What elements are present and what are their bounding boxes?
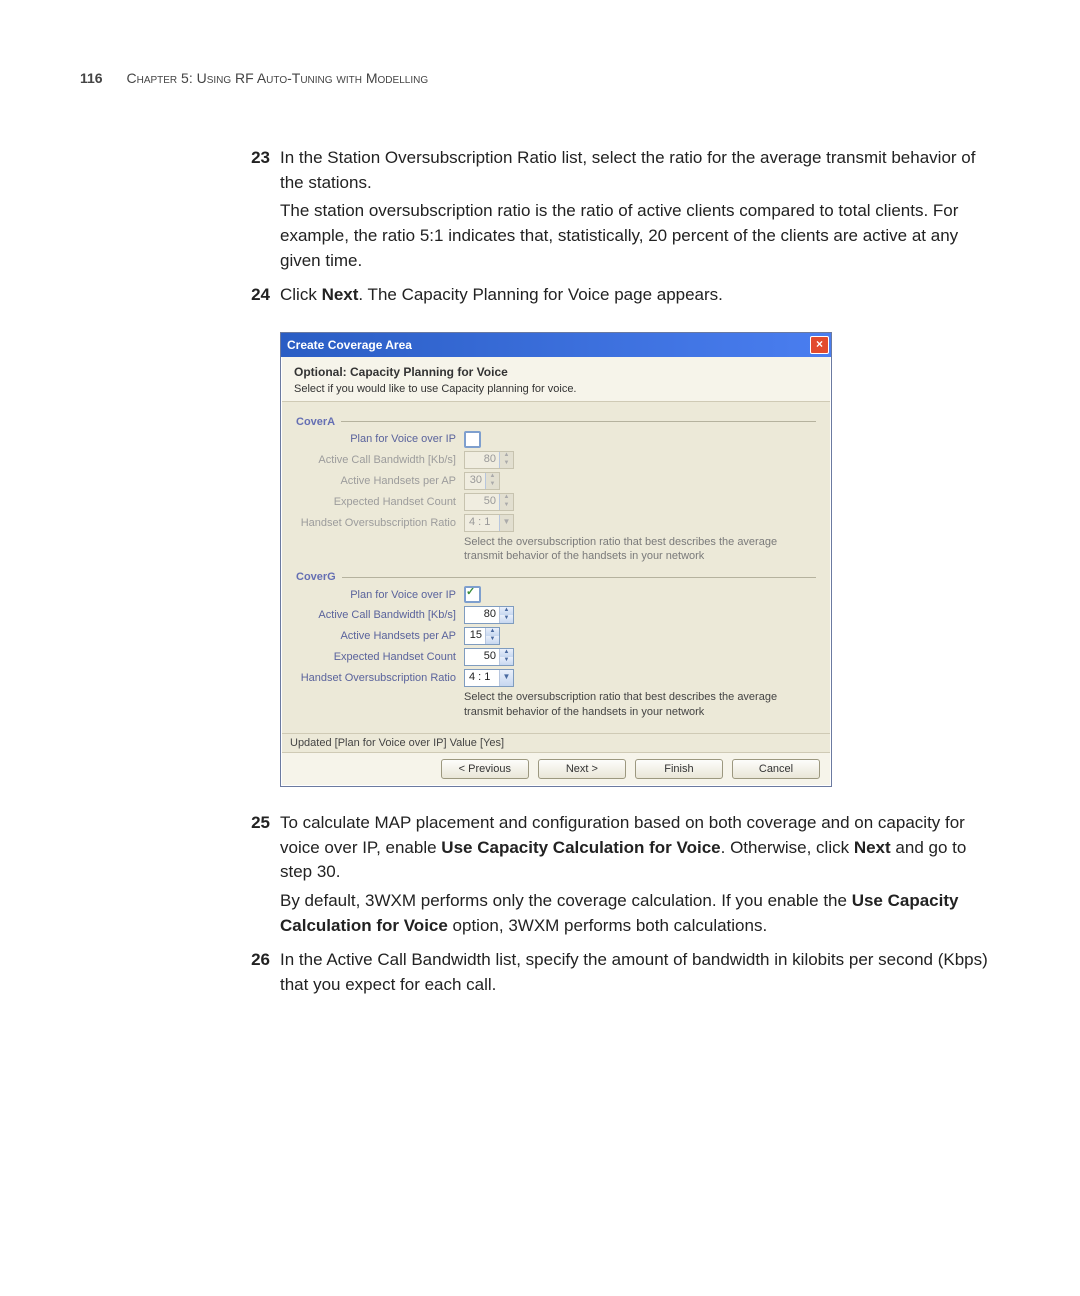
page-header: 116 Chapter 5: Using RF Auto-Tuning with… — [80, 70, 1000, 86]
dropdown-oversub-g[interactable]: 4 : 1 ▼ — [464, 669, 514, 687]
spinner-handset-count-a: 50 ▲▼ — [464, 493, 514, 511]
step-number: 23 — [240, 146, 270, 195]
chevron-down-icon: ▼ — [499, 515, 513, 531]
spinner-up-icon: ▲ — [486, 473, 499, 481]
dialog-status: Updated [Plan for Voice over IP] Value [… — [282, 733, 830, 752]
spinner-down-icon: ▼ — [500, 657, 513, 665]
step-23: 23 In the Station Oversubscription Ratio… — [240, 146, 1000, 195]
spinner-up-icon: ▲ — [486, 628, 499, 636]
group-cover-g: CoverG — [296, 571, 816, 583]
label-handsets-ap-a: Active Handsets per AP — [296, 475, 464, 487]
next-button[interactable]: Next > — [538, 759, 626, 779]
spinner-handsets-ap-a: 30 ▲▼ — [464, 472, 500, 490]
spinner-active-bw-a: 80 ▲▼ — [464, 451, 514, 469]
checkbox-plan-voip-g[interactable] — [464, 586, 481, 603]
dialog-create-coverage-area: Create Coverage Area × Optional: Capacit… — [280, 332, 832, 787]
step-25: 25 To calculate MAP placement and config… — [240, 811, 1000, 885]
spinner-down-icon: ▼ — [500, 460, 513, 468]
dialog-subheading: Select if you would like to use Capacity… — [294, 383, 818, 395]
step-text: In the Active Call Bandwidth list, speci… — [280, 948, 1000, 997]
dialog-titlebar: Create Coverage Area × — [281, 333, 831, 357]
label-active-bw-g: Active Call Bandwidth [Kb/s] — [296, 609, 464, 621]
chapter-title: Chapter 5: Using RF Auto-Tuning with Mod… — [126, 70, 428, 86]
spinner-up-icon: ▲ — [500, 452, 513, 460]
step-number: 26 — [240, 948, 270, 997]
finish-button[interactable]: Finish — [635, 759, 723, 779]
spinner-down-icon: ▼ — [500, 502, 513, 510]
close-icon[interactable]: × — [810, 336, 829, 354]
step-text: In the Station Oversubscription Ratio li… — [280, 146, 1000, 195]
step-25-para: By default, 3WXM performs only the cover… — [280, 889, 1000, 938]
label-handsets-ap-g: Active Handsets per AP — [296, 630, 464, 642]
step-23-para: The station oversubscription ratio is th… — [280, 199, 1000, 273]
chevron-down-icon: ▼ — [499, 670, 513, 686]
help-oversub-g: Select the oversubscription ratio that b… — [296, 690, 816, 719]
spinner-up-icon: ▲ — [500, 649, 513, 657]
content-block: 23 In the Station Oversubscription Ratio… — [240, 146, 1000, 998]
step-24: 24 Click Next. The Capacity Planning for… — [240, 283, 1000, 308]
page-number: 116 — [80, 70, 103, 86]
checkbox-plan-voip-a[interactable] — [464, 431, 481, 448]
spinner-down-icon: ▼ — [500, 615, 513, 623]
dialog-title: Create Coverage Area — [287, 338, 412, 352]
dialog-header: Optional: Capacity Planning for Voice Se… — [282, 357, 830, 402]
label-active-bw-a: Active Call Bandwidth [Kb/s] — [296, 454, 464, 466]
previous-button[interactable]: < Previous — [441, 759, 529, 779]
help-oversub-a: Select the oversubscription ratio that b… — [296, 535, 816, 564]
label-oversub-a: Handset Oversubscription Ratio — [296, 517, 464, 529]
step-number: 25 — [240, 811, 270, 885]
step-text: To calculate MAP placement and configura… — [280, 811, 1000, 885]
dropdown-oversub-a: 4 : 1 ▼ — [464, 514, 514, 532]
spinner-up-icon: ▲ — [500, 607, 513, 615]
label-plan-voip-a: Plan for Voice over IP — [296, 433, 464, 445]
cancel-button[interactable]: Cancel — [732, 759, 820, 779]
step-26: 26 In the Active Call Bandwidth list, sp… — [240, 948, 1000, 997]
spinner-active-bw-g[interactable]: 80 ▲▼ — [464, 606, 514, 624]
label-handset-count-g: Expected Handset Count — [296, 651, 464, 663]
spinner-down-icon: ▼ — [486, 636, 499, 644]
step-number: 24 — [240, 283, 270, 308]
dialog-button-bar: < Previous Next > Finish Cancel — [282, 752, 830, 785]
spinner-down-icon: ▼ — [486, 481, 499, 489]
step-text: Click Next. The Capacity Planning for Vo… — [280, 283, 723, 308]
label-handset-count-a: Expected Handset Count — [296, 496, 464, 508]
spinner-handsets-ap-g[interactable]: 15 ▲▼ — [464, 627, 500, 645]
group-cover-a: CoverA — [296, 416, 816, 428]
spinner-up-icon: ▲ — [500, 494, 513, 502]
dialog-heading: Optional: Capacity Planning for Voice — [294, 365, 818, 379]
label-oversub-g: Handset Oversubscription Ratio — [296, 672, 464, 684]
label-plan-voip-g: Plan for Voice over IP — [296, 589, 464, 601]
spinner-handset-count-g[interactable]: 50 ▲▼ — [464, 648, 514, 666]
